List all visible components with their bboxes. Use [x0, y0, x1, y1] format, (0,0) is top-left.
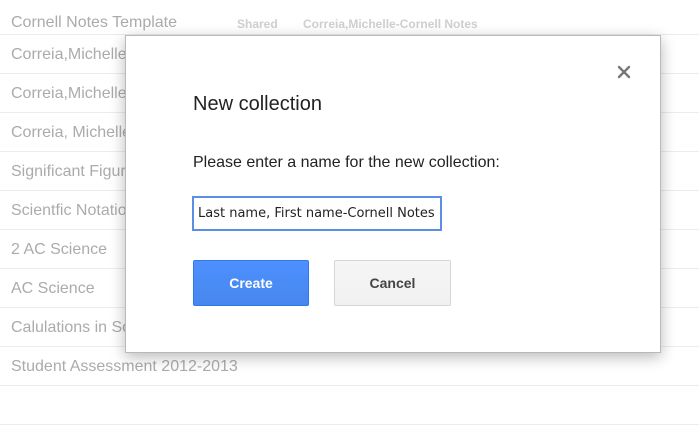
document-row[interactable]	[0, 386, 699, 425]
document-title[interactable]: AC Science	[11, 279, 95, 299]
document-title[interactable]: Student Assessment 2012-2013	[11, 357, 238, 377]
document-row[interactable]: Cornell Notes Template Shared Correia,Mi…	[0, 0, 699, 35]
dialog-title: New collection	[193, 93, 322, 115]
new-collection-dialog: New collection Please enter a name for t…	[125, 35, 661, 353]
create-button[interactable]: Create	[193, 260, 309, 306]
cancel-button[interactable]: Cancel	[334, 260, 451, 306]
document-title[interactable]: 2 AC Science	[11, 240, 107, 260]
dialog-prompt: Please enter a name for the new collecti…	[193, 154, 500, 171]
document-title[interactable]: Scientfic Notation	[11, 201, 136, 221]
document-owner-label: Correia,Michelle-Cornell Notes	[303, 17, 478, 31]
close-icon[interactable]	[613, 61, 635, 83]
document-title[interactable]: Significant Figures	[11, 162, 143, 182]
document-title[interactable]: Cornell Notes Template	[11, 13, 177, 33]
shared-badge: Shared	[237, 17, 278, 31]
collection-name-input[interactable]	[192, 196, 442, 231]
